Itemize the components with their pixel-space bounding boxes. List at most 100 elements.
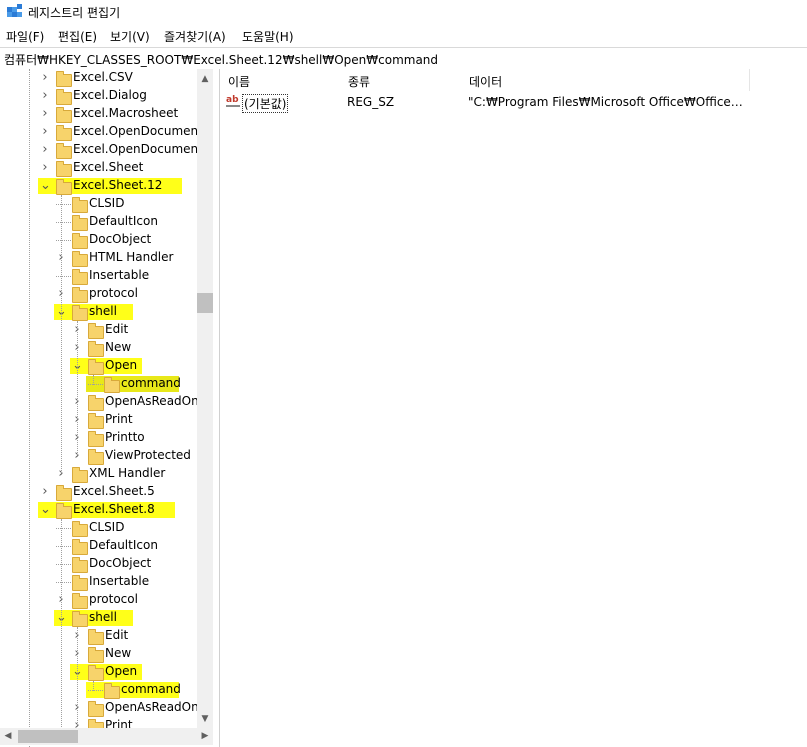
tree-node-label[interactable]: XML Handler (89, 466, 165, 480)
tree-node-label[interactable]: Excel.Sheet (73, 160, 143, 174)
address-path[interactable]: 컴퓨터₩HKEY_CLASSES_ROOT₩Excel.Sheet.12₩she… (4, 51, 438, 68)
tree-node-label[interactable]: Open (105, 358, 137, 372)
address-bar[interactable]: 컴퓨터₩HKEY_CLASSES_ROOT₩Excel.Sheet.12₩she… (0, 47, 807, 70)
tree-vertical-scrollbar[interactable]: ▲ ▼ (197, 69, 213, 728)
tree-node[interactable]: CLSID (0, 195, 200, 213)
tree-node-label[interactable]: Excel.Sheet.5 (73, 484, 155, 498)
tree-node[interactable]: › Edit (0, 321, 200, 339)
tree-node[interactable]: › OpenAsReadOnly (0, 393, 209, 411)
menu-favorites[interactable]: 즐겨찾기(A) (164, 28, 226, 45)
tree-node-label[interactable]: Excel.CSV (73, 70, 133, 84)
tree-node[interactable]: DefaultIcon (0, 537, 200, 555)
tree-node[interactable]: › Excel.Sheet (0, 159, 200, 177)
tree-node-label[interactable]: command (121, 376, 181, 390)
tree-node-label[interactable]: ViewProtected (105, 448, 191, 462)
tree-node-label[interactable]: OpenAsReadOnly (105, 700, 209, 714)
tree-node[interactable]: command (0, 681, 200, 699)
tree-node-label[interactable]: shell (89, 610, 117, 624)
chevron-down-icon[interactable]: ⌄ (40, 503, 51, 516)
tree-node-label[interactable]: New (105, 646, 131, 660)
tree-node[interactable]: Insertable (0, 573, 200, 591)
column-header-name[interactable]: 이름 (220, 69, 341, 91)
tree-node-label[interactable]: New (105, 340, 131, 354)
tree-node-label[interactable]: HTML Handler (89, 250, 173, 264)
tree-node-label[interactable]: DefaultIcon (89, 214, 158, 228)
tree-node-label[interactable]: Insertable (89, 268, 149, 282)
tree-node[interactable]: DocObject (0, 555, 200, 573)
chevron-right-icon[interactable]: › (40, 485, 50, 498)
tree-node[interactable]: › protocol (0, 285, 200, 303)
chevron-down-icon[interactable]: ⌄ (40, 179, 51, 192)
tree-node-label[interactable]: Edit (105, 628, 128, 642)
tree-node-label[interactable]: DefaultIcon (89, 538, 158, 552)
tree-node[interactable]: ⌄ Open (0, 663, 200, 681)
tree-node-label[interactable]: protocol (89, 286, 138, 300)
tree-node-label[interactable]: Excel.OpenDocumentS (73, 142, 210, 156)
scroll-up-icon[interactable]: ▲ (197, 71, 213, 87)
tree-node[interactable]: command (0, 375, 200, 393)
menu-file[interactable]: 파일(F) (6, 28, 44, 45)
chevron-right-icon[interactable]: › (40, 71, 50, 84)
menu-view[interactable]: 보기(V) (110, 28, 150, 45)
tree-node[interactable]: ⌄ shell (0, 609, 200, 627)
tree-node[interactable]: › New (0, 339, 200, 357)
tree-node[interactable]: ⌄ Excel.Sheet.12 (0, 177, 200, 195)
scroll-right-icon[interactable]: ▶ (197, 728, 213, 745)
tree-node-label[interactable]: OpenAsReadOnly (105, 394, 209, 408)
tree-node[interactable]: › XML Handler (0, 465, 200, 483)
tree-pane[interactable]: › Excel.CSV › Excel.Dialog › Excel.Macrosheet… (0, 69, 213, 747)
menu-help[interactable]: 도움말(H) (242, 28, 294, 45)
chevron-right-icon[interactable]: › (40, 125, 50, 138)
tree-node[interactable]: › Excel.Sheet.5 (0, 483, 200, 501)
column-header-data[interactable]: 데이터 (461, 69, 750, 91)
tree-node[interactable]: › HTML Handler (0, 249, 200, 267)
tree-node[interactable]: › Edit (0, 627, 200, 645)
tree-node-label[interactable]: DocObject (89, 556, 151, 570)
tree-node[interactable]: › protocol (0, 591, 200, 609)
tree-node-label[interactable]: Print (105, 412, 133, 426)
tree-node-label[interactable]: Printto (105, 430, 145, 444)
tree-node[interactable]: › ViewProtected (0, 447, 200, 465)
tree-node[interactable]: DocObject (0, 231, 200, 249)
scrollbar-thumb[interactable] (197, 293, 213, 313)
tree-node[interactable]: › OpenAsReadOnly (0, 699, 209, 717)
tree-node-label[interactable]: Edit (105, 322, 128, 336)
menu-edit[interactable]: 편집(E) (58, 28, 97, 45)
tree-node[interactable]: › Excel.OpenDocumentS (0, 141, 210, 159)
tree-node[interactable]: › New (0, 645, 200, 663)
tree-node[interactable]: ⌄ shell (0, 303, 200, 321)
tree-node[interactable]: ⌄ Excel.Sheet.8 (0, 501, 200, 519)
tree-node-label[interactable]: Excel.Sheet.8 (73, 502, 155, 516)
tree-node[interactable]: ⌄ Open (0, 357, 200, 375)
tree-node-label[interactable]: DocObject (89, 232, 151, 246)
tree-node[interactable]: › Printto (0, 429, 200, 447)
tree-node[interactable]: Insertable (0, 267, 200, 285)
tree-node[interactable]: CLSID (0, 519, 200, 537)
tree-node-label[interactable]: protocol (89, 592, 138, 606)
tree-node-label[interactable]: CLSID (89, 196, 124, 210)
tree-node-label[interactable]: Excel.Sheet.12 (73, 178, 162, 192)
tree-node[interactable]: › Excel.CSV (0, 69, 200, 87)
tree-node-label[interactable]: Open (105, 664, 137, 678)
chevron-right-icon[interactable]: › (40, 89, 50, 102)
tree-node-label[interactable]: command (121, 682, 181, 696)
value-name[interactable]: (기본값) (242, 94, 289, 113)
scroll-left-icon[interactable]: ◀ (0, 728, 16, 745)
tree-horizontal-scrollbar[interactable]: ◀ ▶ (0, 728, 213, 745)
value-row[interactable]: ab (기본값) REG_SZ "C:₩Program Files₩Micros… (220, 93, 807, 113)
tree-node[interactable]: › Excel.Macrosheet (0, 105, 200, 123)
tree-node-label[interactable]: CLSID (89, 520, 124, 534)
chevron-right-icon[interactable]: › (40, 161, 50, 174)
scroll-down-icon[interactable]: ▼ (197, 711, 213, 727)
tree-node[interactable]: › Print (0, 411, 200, 429)
tree-node-label[interactable]: Excel.OpenDocumentS (73, 124, 210, 138)
tree-node[interactable]: › Excel.OpenDocumentS (0, 123, 210, 141)
chevron-right-icon[interactable]: › (40, 143, 50, 156)
tree-node-label[interactable]: Insertable (89, 574, 149, 588)
scrollbar-thumb[interactable] (18, 730, 78, 743)
column-header-type[interactable]: 종류 (340, 69, 462, 91)
tree-node-label[interactable]: Excel.Macrosheet (73, 106, 178, 120)
tree-node-label[interactable]: shell (89, 304, 117, 318)
chevron-right-icon[interactable]: › (40, 107, 50, 120)
tree-node-label[interactable]: Excel.Dialog (73, 88, 147, 102)
